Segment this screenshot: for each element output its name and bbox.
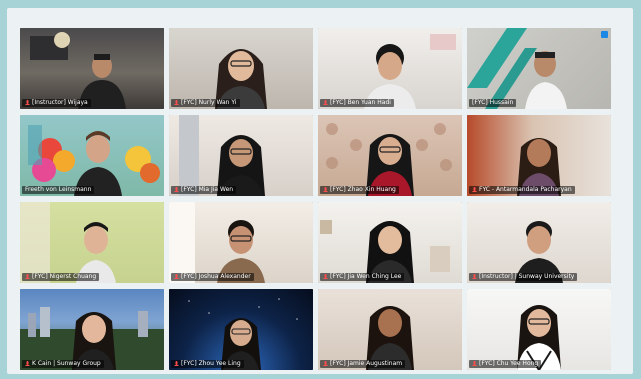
video-gallery-grid: [Instructor] Wijaya [FYC] Nurly Wan Yi [… [20, 28, 611, 370]
participant-name-label: [FYC] Zhou Yee Ling [171, 360, 244, 368]
video-tile[interactable]: [FYC] Jamie Augustinam [318, 289, 462, 370]
participant-name: [FYC] Hussain [472, 99, 514, 106]
mic-muted-icon [472, 361, 477, 367]
participant-name-label: [FYC] Hussain [469, 99, 517, 107]
participant-name: Freeth von Leinsmann [25, 186, 92, 193]
participant-name-label: [FYC] Jamie Augustinam [320, 360, 406, 368]
video-tile[interactable]: [FYC] Chu Yee Hong [467, 289, 611, 370]
participant-video [366, 306, 414, 370]
participant-name-label: [Instructor] Wijaya [22, 99, 91, 107]
mic-muted-icon [174, 274, 179, 280]
participant-name-label: [FYC] Ben Yuan Hadi [320, 99, 394, 107]
participant-video [28, 125, 160, 196]
participant-name: K Cain | Sunway Group [32, 360, 101, 367]
mic-muted-icon [472, 274, 477, 280]
participant-name-label: [FYC] Mia Jia Wen [171, 186, 237, 194]
mic-muted-icon [472, 187, 477, 193]
participant-name: [FYC] Mia Jia Wen [181, 186, 234, 193]
participant-name-label: [FYC] Nurly Wan Yi [171, 99, 240, 107]
participant-name: [FYC] Nigerst Chuang [32, 273, 97, 280]
participant-video [517, 138, 561, 196]
video-tile[interactable]: [Instructor] | Sunway University [467, 202, 611, 283]
participant-name-label: [FYC] Chu Yee Hong [469, 360, 542, 368]
participant-video [320, 220, 450, 283]
video-tile[interactable]: FYC - Antarmandala Pacharyan [467, 115, 611, 196]
video-tile-active-speaker[interactable]: Freeth von Leinsmann [20, 115, 164, 196]
participant-name: [Instructor] Wijaya [32, 99, 88, 106]
mic-muted-icon [174, 100, 179, 106]
mic-muted-icon [25, 274, 30, 280]
participant-video [20, 202, 116, 283]
video-tile[interactable]: [FYC] Jia Wen Ching Lee [318, 202, 462, 283]
participant-video [364, 34, 456, 109]
video-tile[interactable]: [FYC] Joshua Alexander [169, 202, 313, 283]
participant-video [30, 32, 126, 109]
participant-name-label: FYC - Antarmandala Pacharyan [469, 186, 575, 194]
participant-video [515, 221, 563, 283]
participant-name-label: [Instructor] | Sunway University [469, 273, 578, 281]
participant-video [179, 115, 265, 196]
participant-video [517, 305, 561, 370]
video-tile[interactable]: [FYC] Ben Yuan Hadi [318, 28, 462, 109]
mic-muted-icon [174, 361, 179, 367]
participant-name: FYC - Antarmandala Pacharyan [479, 186, 572, 193]
participant-video [20, 307, 164, 370]
participant-name: [FYC] Ben Yuan Hadi [330, 99, 391, 106]
screen-share-icon [601, 31, 608, 38]
video-tile[interactable]: [FYC] Nurly Wan Yi [169, 28, 313, 109]
participant-video [326, 123, 452, 196]
mic-muted-icon [323, 187, 328, 193]
mic-muted-icon [323, 100, 328, 106]
mic-muted-icon [25, 100, 30, 106]
participant-name-label: [FYC] Joshua Alexander [171, 273, 254, 281]
participant-name: [FYC] Zhou Yee Ling [181, 360, 241, 367]
video-tile[interactable]: [FYC] Nigerst Chuang [20, 202, 164, 283]
participant-name: [FYC] Zhao Xin Huang [330, 186, 396, 193]
mic-muted-icon [174, 187, 179, 193]
participant-video [169, 202, 265, 283]
participant-name-label: [FYC] Jia Wen Ching Lee [320, 273, 405, 281]
participant-name: [Instructor] | Sunway University [479, 273, 575, 280]
participant-name-label: [FYC] Zhao Xin Huang [320, 186, 399, 194]
participant-video [467, 28, 567, 109]
video-tile[interactable]: [FYC] Hussain [467, 28, 611, 109]
mic-muted-icon [323, 274, 328, 280]
participant-name: [FYC] Chu Yee Hong [479, 360, 539, 367]
participant-name: [FYC] Jamie Augustinam [330, 360, 403, 367]
mic-muted-icon [25, 361, 30, 367]
participant-name: [FYC] Jia Wen Ching Lee [330, 273, 402, 280]
participant-name: [FYC] Joshua Alexander [181, 273, 251, 280]
video-tile[interactable]: [FYC] Zhou Yee Ling [169, 289, 313, 370]
video-tile[interactable]: [FYC] Zhao Xin Huang [318, 115, 462, 196]
participant-name-label: K Cain | Sunway Group [22, 360, 104, 368]
video-tile[interactable]: K Cain | Sunway Group [20, 289, 164, 370]
video-tile[interactable]: [FYC] Mia Jia Wen [169, 115, 313, 196]
mic-muted-icon [323, 361, 328, 367]
participant-name-label: [FYC] Nigerst Chuang [22, 273, 100, 281]
participant-video [215, 49, 267, 109]
video-tile[interactable]: [Instructor] Wijaya [20, 28, 164, 109]
participant-name-label: Freeth von Leinsmann [22, 186, 95, 194]
participant-name: [FYC] Nurly Wan Yi [181, 99, 237, 106]
participant-video [188, 298, 298, 370]
